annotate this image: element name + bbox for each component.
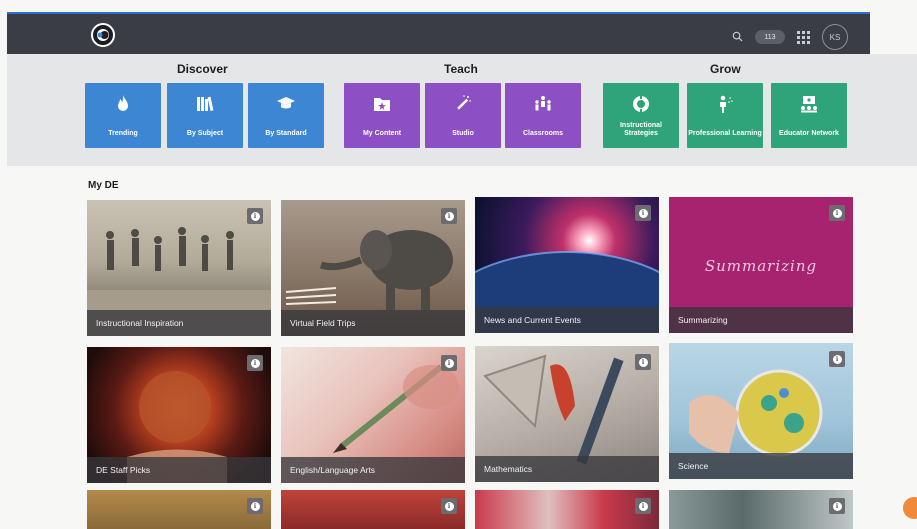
info-icon[interactable]: i <box>247 498 263 514</box>
tile-studio[interactable]: Studio <box>425 83 501 148</box>
tile-label: Classrooms <box>522 130 564 138</box>
network-icon <box>798 93 820 115</box>
card-english-language-arts[interactable]: i English/Language Arts <box>281 347 465 483</box>
navigation-band: Discover Teach Grow Trending By Subject … <box>7 54 917 166</box>
tile-label: Instructional Strategies <box>619 121 662 138</box>
help-fab-button[interactable] <box>903 497 917 519</box>
card-caption: Instructional Inspiration <box>87 310 271 336</box>
people-icon <box>532 93 554 115</box>
card-image <box>87 490 271 529</box>
info-icon[interactable]: i <box>635 354 651 370</box>
books-icon <box>194 93 216 115</box>
info-icon[interactable]: i <box>441 208 457 224</box>
user-avatar[interactable]: KS <box>822 24 848 50</box>
tile-my-content[interactable]: My Content <box>344 83 420 148</box>
card-row3-2[interactable]: i <box>281 490 465 529</box>
info-icon[interactable]: i <box>441 498 457 514</box>
card-caption: Summarizing <box>669 307 853 333</box>
card-news-and-current-events[interactable]: i News and Current Events <box>475 197 659 333</box>
group-title-grow: Grow <box>710 62 741 76</box>
tile-label: By Standard <box>265 130 307 138</box>
lifebuoy-icon <box>630 93 652 115</box>
info-icon[interactable]: i <box>829 351 845 367</box>
info-icon[interactable]: i <box>829 498 845 514</box>
card-image <box>281 490 465 529</box>
card-summarizing[interactable]: Summarizing i Summarizing <box>669 197 853 333</box>
card-de-staff-picks[interactable]: i DE Staff Picks <box>87 347 271 483</box>
group-title-discover: Discover <box>177 62 228 76</box>
card-caption: News and Current Events <box>475 307 659 333</box>
card-image <box>669 490 853 529</box>
notification-pill[interactable]: 113 <box>755 30 785 44</box>
card-caption: Mathematics <box>475 456 659 482</box>
group-title-teach: Teach <box>444 62 478 76</box>
card-caption: Virtual Field Trips <box>281 310 465 336</box>
card-science[interactable]: i Science <box>669 343 853 479</box>
info-icon[interactable]: i <box>829 205 845 221</box>
info-icon[interactable]: i <box>247 208 263 224</box>
card-virtual-field-trips[interactable]: i Virtual Field Trips <box>281 200 465 336</box>
tile-professional-learning[interactable]: Professional Learning <box>687 83 763 148</box>
flame-icon <box>112 93 134 115</box>
summarizing-artwork-text: Summarizing <box>704 257 818 275</box>
tile-educator-network[interactable]: Educator Network <box>771 83 847 148</box>
card-instructional-inspiration[interactable]: i Instructional Inspiration <box>87 200 271 336</box>
card-caption: English/Language Arts <box>281 457 465 483</box>
info-icon[interactable]: i <box>441 355 457 371</box>
tile-by-subject[interactable]: By Subject <box>167 83 243 148</box>
tile-label: My Content <box>362 130 402 138</box>
card-caption: DE Staff Picks <box>87 457 271 483</box>
tile-trending[interactable]: Trending <box>85 83 161 148</box>
card-row3-1[interactable]: i <box>87 490 271 529</box>
info-icon[interactable]: i <box>635 205 651 221</box>
top-bar: 113 KS <box>7 12 870 54</box>
star-folder-icon <box>371 93 393 115</box>
card-caption: Science <box>669 453 853 479</box>
search-icon[interactable] <box>732 31 743 44</box>
tile-by-standard[interactable]: By Standard <box>248 83 324 148</box>
card-mathematics[interactable]: i Mathematics <box>475 346 659 482</box>
apps-grid-icon[interactable] <box>797 30 810 44</box>
tile-label: Educator Network <box>779 130 839 138</box>
info-icon[interactable]: i <box>247 355 263 371</box>
tile-instructional-strategies[interactable]: Instructional Strategies <box>603 83 679 148</box>
section-title-my-de: My DE <box>88 180 119 191</box>
graduation-cap-icon <box>275 93 297 115</box>
discovery-education-logo[interactable] <box>91 23 115 47</box>
card-row3-3[interactable]: i <box>475 490 659 529</box>
card-row3-4[interactable]: i <box>669 490 853 529</box>
tile-label: Studio <box>452 130 474 138</box>
card-image <box>475 490 659 529</box>
tile-label: Trending <box>108 130 138 138</box>
tile-label: By Subject <box>186 130 224 138</box>
magic-wand-icon <box>452 93 474 115</box>
info-icon[interactable]: i <box>635 498 651 514</box>
presenter-icon <box>714 93 736 115</box>
tile-label: Professional Learning <box>688 130 762 138</box>
top-right-controls: 113 KS <box>732 24 848 50</box>
tile-classrooms[interactable]: Classrooms <box>505 83 581 148</box>
